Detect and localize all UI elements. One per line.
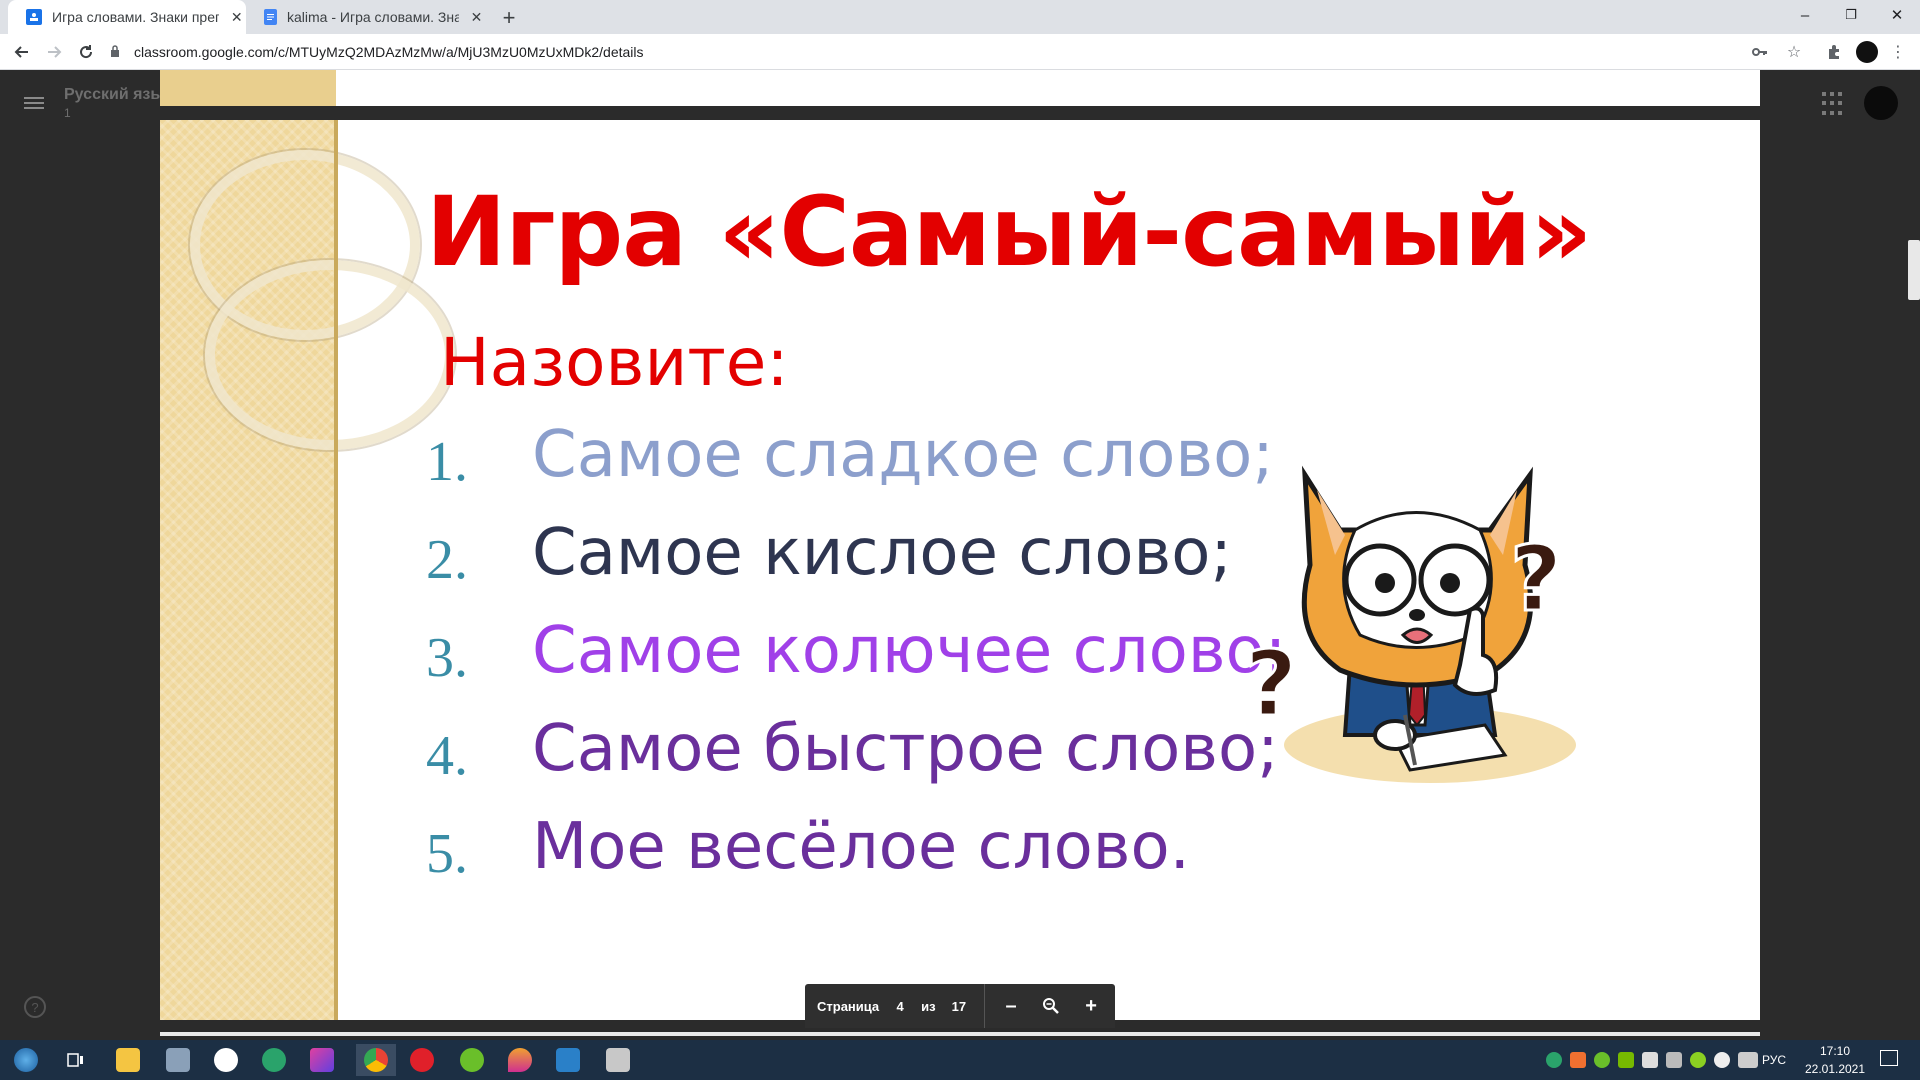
toolbar-divider	[984, 984, 986, 1028]
decorative-ring	[205, 260, 455, 450]
date: 22.01.2021	[1804, 1062, 1866, 1076]
tray-app-icon[interactable]	[1570, 1052, 1586, 1068]
tab-title: kalima - Игра словами. Знаки пр	[287, 9, 459, 25]
browser-toolbar: classroom.google.com/c/MTUyMzQ2MDAzMzMw/…	[0, 34, 1920, 70]
colorful-app-icon[interactable]	[306, 1044, 338, 1076]
tray-green-icon[interactable]	[1690, 1052, 1706, 1068]
new-tab-button[interactable]: +	[496, 5, 522, 31]
svg-text:?: ?	[1510, 527, 1562, 632]
apps-grid-icon[interactable]	[1822, 92, 1846, 116]
slide-decorative-border	[160, 120, 455, 1020]
tray-nvidia-icon[interactable]	[1618, 1052, 1634, 1068]
language-indicator[interactable]: РУС	[1762, 1040, 1786, 1080]
list-number: 1.	[426, 431, 468, 493]
tray-globe-icon[interactable]	[1546, 1052, 1562, 1068]
tray-utorrent-icon[interactable]	[1594, 1052, 1610, 1068]
list-item: Самое кислое слово;	[532, 516, 1232, 590]
slide-border-line	[334, 120, 338, 1020]
time: 17:10	[1819, 1044, 1851, 1058]
next-slide-edge	[160, 1032, 1760, 1036]
svg-text:?: ?	[1245, 632, 1297, 737]
profile-avatar[interactable]	[1856, 41, 1878, 63]
task-view-icon[interactable]	[60, 1044, 92, 1076]
page-navigation-toolbar: Страница 4 из 17 – +	[805, 984, 1115, 1028]
list-number: 5.	[426, 823, 468, 885]
camera-icon[interactable]	[162, 1044, 194, 1076]
list-number: 2.	[426, 529, 468, 591]
of-label: из	[921, 998, 936, 1014]
course-section: 1	[64, 106, 71, 120]
current-page-input[interactable]: 4	[891, 999, 909, 1014]
tray-display-icon[interactable]	[1666, 1052, 1682, 1068]
course-name[interactable]: Русский язы	[64, 86, 164, 104]
account-avatar[interactable]	[1864, 86, 1898, 120]
slide-subtitle: Назовите:	[440, 324, 789, 401]
back-icon[interactable]	[8, 38, 36, 66]
reload-icon[interactable]	[72, 38, 100, 66]
zoom-icon[interactable]	[1031, 984, 1071, 1028]
menu-dots-icon[interactable]: ⋮	[1884, 38, 1912, 66]
slide-title: Игра «Самый-самый»	[426, 176, 1592, 288]
url-text: classroom.google.com/c/MTUyMzQ2MDAzMzMw/…	[134, 44, 644, 60]
hamburger-menu-icon[interactable]	[24, 94, 44, 110]
thinking-cat-illustration: ? ?	[1245, 465, 1584, 791]
keyboard-icon[interactable]	[1738, 1052, 1758, 1068]
globe-icon[interactable]	[258, 1044, 290, 1076]
zoom-out-button[interactable]: –	[991, 984, 1031, 1028]
tab-title: Игра словами. Знаки препинания	[52, 9, 220, 25]
tab-strip: Игра словами. Знаки препинания ✕ kalima …	[0, 0, 1920, 34]
forward-icon[interactable]	[40, 38, 68, 66]
slide-page: Игра «Самый-самый» Назовите: 1. Самое сл…	[160, 120, 1760, 1020]
close-window-button[interactable]: ✕	[1874, 0, 1920, 30]
file-explorer-icon[interactable]	[112, 1044, 144, 1076]
start-button-icon[interactable]	[10, 1044, 42, 1076]
scrollbar-thumb[interactable]	[1908, 240, 1920, 300]
utorrent-icon[interactable]	[456, 1044, 488, 1076]
opera-icon[interactable]	[406, 1044, 438, 1076]
docs-icon	[264, 9, 277, 25]
lock-icon	[110, 45, 124, 59]
previous-slide-border	[160, 70, 336, 106]
key-icon[interactable]	[1746, 38, 1774, 66]
photos-icon[interactable]	[552, 1044, 584, 1076]
list-number: 3.	[426, 627, 468, 689]
close-icon[interactable]: ✕	[227, 7, 246, 27]
minimize-button[interactable]: –	[1782, 0, 1828, 30]
droplet-app-icon[interactable]	[504, 1044, 536, 1076]
clock[interactable]: 17:10 22.01.2021	[1800, 1042, 1870, 1078]
maximize-button[interactable]: ❐	[1828, 0, 1874, 30]
list-item: Самое колючее слово;	[532, 614, 1287, 688]
chrome-icon[interactable]	[356, 1044, 396, 1076]
tab-docs[interactable]: kalima - Игра словами. Знаки пр ✕	[246, 0, 486, 34]
close-icon[interactable]: ✕	[467, 7, 486, 27]
star-icon[interactable]: ☆	[1780, 38, 1808, 66]
previous-slide-edge	[160, 70, 1760, 106]
notifications-icon[interactable]	[1880, 1050, 1898, 1066]
list-number: 4.	[426, 725, 468, 787]
total-pages: 17	[951, 998, 967, 1014]
list-item: Мое весёлое слово.	[532, 810, 1190, 884]
tray-network-icon[interactable]	[1642, 1052, 1658, 1068]
yandex-browser-icon[interactable]	[210, 1044, 242, 1076]
address-bar[interactable]: classroom.google.com/c/MTUyMzQ2MDAzMzMw/…	[110, 38, 1770, 66]
list-item: Самое сладкое слово;	[532, 418, 1274, 492]
zoom-in-button[interactable]: +	[1071, 984, 1111, 1028]
list-item: Самое быстрое слово;	[532, 712, 1279, 786]
tab-classroom[interactable]: Игра словами. Знаки препинания ✕	[8, 0, 246, 34]
volume-icon[interactable]	[1714, 1052, 1730, 1068]
window-app-icon[interactable]	[602, 1044, 634, 1076]
page-label: Страница	[817, 998, 880, 1014]
classroom-icon	[26, 9, 42, 25]
extensions-icon[interactable]	[1820, 38, 1848, 66]
help-icon[interactable]: ?	[24, 996, 46, 1018]
